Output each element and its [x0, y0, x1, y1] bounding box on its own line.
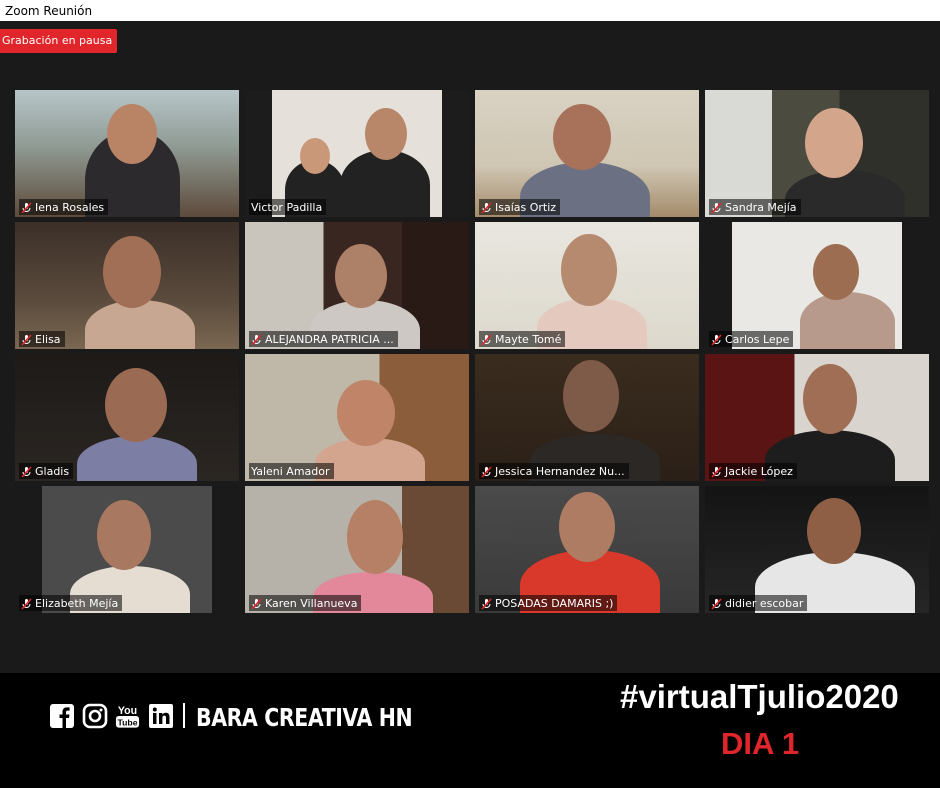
mic-muted-icon	[711, 597, 722, 610]
participant-tile[interactable]: Gladis	[15, 354, 239, 481]
participant-name: didier escobar	[725, 597, 804, 610]
participant-nameplate: Victor Padilla	[249, 199, 327, 215]
linkedin-icon[interactable]	[147, 702, 174, 729]
participant-name: Carlos Lepe	[725, 333, 790, 346]
mic-muted-icon	[21, 465, 32, 478]
participant-nameplate: Jackie López	[709, 463, 797, 479]
participant-tile[interactable]: Jackie López	[705, 354, 929, 481]
youtube-you: You	[118, 705, 137, 717]
participant-nameplate: Isaías Ortiz	[479, 199, 561, 215]
mic-muted-icon	[711, 333, 722, 346]
brand-name: BARA CREATIVA HN	[196, 703, 413, 732]
mic-muted-icon	[481, 597, 492, 610]
mic-muted-icon	[481, 465, 492, 478]
recording-paused-badge[interactable]: Grabación en pausa	[0, 29, 117, 53]
participant-name: Jessica Hernandez Nu...	[495, 465, 625, 478]
event-day: DIA 1	[721, 726, 800, 761]
participant-name: POSADAS DAMARIS ;)	[495, 597, 614, 610]
participant-name: Gladis	[35, 465, 70, 478]
participant-name: Iena Rosales	[35, 201, 105, 214]
brand-divider	[183, 703, 185, 728]
participant-nameplate: POSADAS DAMARIS ;)	[479, 595, 618, 611]
participant-name: Jackie López	[725, 465, 793, 478]
mic-muted-icon	[21, 333, 32, 346]
participant-nameplate: Elizabeth Mejía	[19, 595, 123, 611]
mic-muted-icon	[711, 465, 722, 478]
participant-tile[interactable]: POSADAS DAMARIS ;)	[475, 486, 699, 613]
mic-muted-icon	[481, 333, 492, 346]
participant-tile[interactable]: Yaleni Amador	[245, 354, 469, 481]
participant-tile[interactable]: Elisa	[15, 222, 239, 349]
participant-nameplate: Iena Rosales	[19, 199, 109, 215]
participant-tile[interactable]: Sandra Mejía	[705, 90, 929, 217]
participant-tile[interactable]: Karen Villanueva	[245, 486, 469, 613]
participant-tile-active-speaker[interactable]: Victor Padilla	[245, 90, 469, 217]
participant-name: Isaías Ortiz	[495, 201, 557, 214]
participant-name: Elizabeth Mejía	[35, 597, 119, 610]
participant-name: Mayte Tomé	[495, 333, 562, 346]
participant-nameplate: Gladis	[19, 463, 74, 479]
participant-name: Elisa	[35, 333, 61, 346]
youtube-tube: Tube	[117, 717, 137, 727]
social-icons: You Tube	[48, 702, 174, 729]
participant-name: Karen Villanueva	[265, 597, 358, 610]
participant-nameplate: Karen Villanueva	[249, 595, 362, 611]
youtube-icon[interactable]: You Tube	[114, 702, 141, 729]
participant-tile[interactable]: Elizabeth Mejía	[15, 486, 239, 613]
instagram-icon[interactable]	[81, 702, 108, 729]
participant-nameplate: Carlos Lepe	[709, 331, 794, 347]
participant-nameplate: didier escobar	[709, 595, 808, 611]
participant-name: ALEJANDRA PATRICIA ...	[265, 333, 394, 346]
participant-name: Sandra Mejía	[725, 201, 797, 214]
participant-tile[interactable]: Isaías Ortiz	[475, 90, 699, 217]
mic-muted-icon	[711, 201, 722, 214]
participant-nameplate: Sandra Mejía	[709, 199, 801, 215]
participant-nameplate: ALEJANDRA PATRICIA ...	[249, 331, 398, 347]
participant-nameplate: Elisa	[19, 331, 65, 347]
event-hashtag: #virtualTjulio2020	[620, 678, 899, 715]
participant-tile[interactable]: Iena Rosales	[15, 90, 239, 217]
facebook-icon[interactable]	[48, 702, 75, 729]
participant-nameplate: Yaleni Amador	[249, 463, 334, 479]
participant-tile[interactable]: didier escobar	[705, 486, 929, 613]
participant-nameplate: Mayte Tomé	[479, 331, 566, 347]
participant-name: Victor Padilla	[251, 201, 323, 214]
participant-tile[interactable]: ALEJANDRA PATRICIA ...	[245, 222, 469, 349]
participant-grid: Iena Rosales Victor Padilla Isaías Ortiz…	[0, 0, 940, 673]
mic-muted-icon	[251, 597, 262, 610]
participant-nameplate: Jessica Hernandez Nu...	[479, 463, 629, 479]
mic-muted-icon	[481, 201, 492, 214]
mic-muted-icon	[21, 597, 32, 610]
mic-muted-icon	[21, 201, 32, 214]
participant-tile[interactable]: Jessica Hernandez Nu...	[475, 354, 699, 481]
mic-muted-icon	[251, 333, 262, 346]
participant-tile[interactable]: Mayte Tomé	[475, 222, 699, 349]
participant-tile[interactable]: Carlos Lepe	[705, 222, 929, 349]
participant-name: Yaleni Amador	[251, 465, 330, 478]
